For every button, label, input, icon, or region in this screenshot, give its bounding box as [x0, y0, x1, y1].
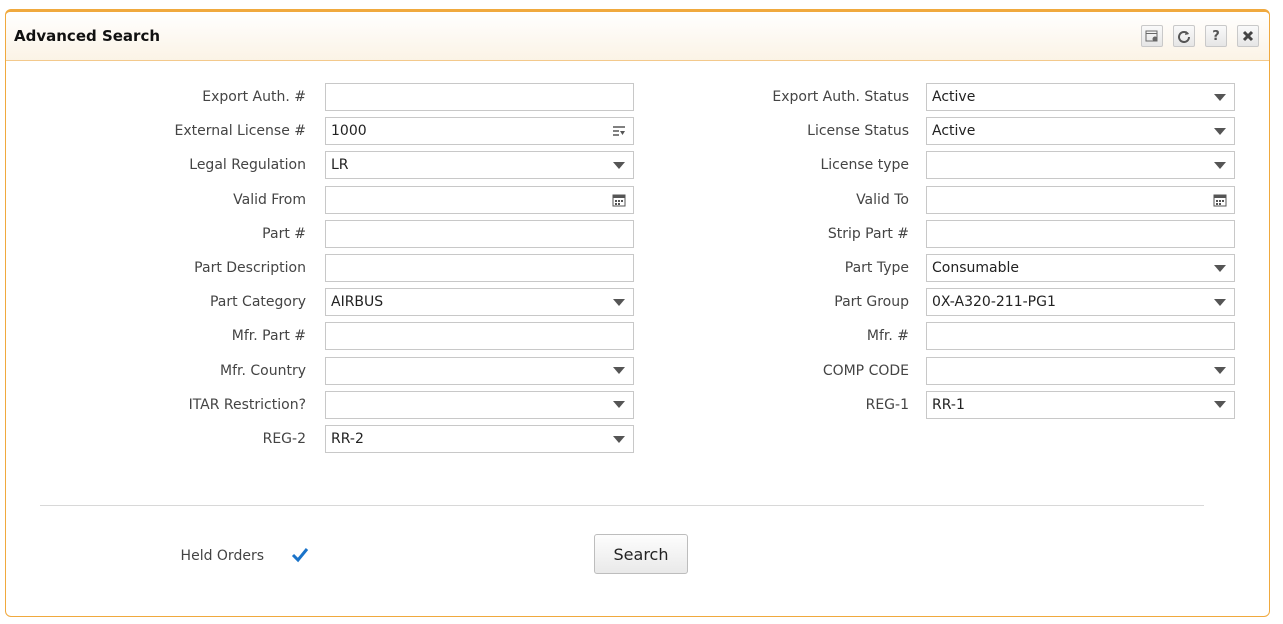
external-license-input[interactable]: 1000 [325, 117, 634, 146]
part-category-value: AIRBUS [331, 294, 384, 311]
part-category-select[interactable]: AIRBUS [325, 288, 634, 317]
legal-regulation-label: Legal Regulation [189, 157, 306, 174]
strip-part-label: Strip Part # [827, 225, 909, 242]
comp-code-select[interactable] [926, 356, 1235, 385]
dialog-titlebar: Advanced Search ? [6, 12, 1269, 61]
chevron-down-icon[interactable] [1206, 289, 1234, 315]
part-group-label: Part Group [834, 294, 909, 311]
strip-part-input[interactable] [926, 219, 1235, 248]
advanced-search-dialog: Advanced Search ? Export Auth. # External… [5, 9, 1270, 617]
valid-to-label: Valid To [856, 191, 909, 208]
mfr-label: Mfr. # [866, 328, 909, 345]
reg-1-label: REG-1 [865, 396, 909, 413]
held-orders-checkbox[interactable] [290, 545, 310, 565]
search-button[interactable]: Search [594, 534, 688, 574]
part-description-label: Part Description [194, 260, 306, 276]
chevron-down-icon[interactable] [1206, 358, 1234, 384]
reg-1-value: RR-1 [932, 396, 965, 413]
mfr-input[interactable] [926, 322, 1235, 351]
comp-code-label: COMP CODE [822, 362, 909, 379]
settings-icon[interactable] [1141, 25, 1163, 47]
part-group-select[interactable]: 0X-A320-211-PG1 [926, 288, 1235, 317]
help-glyph: ? [1212, 28, 1220, 44]
chevron-down-icon[interactable] [605, 426, 633, 452]
reg-2-value: RR-2 [331, 431, 364, 447]
chevron-down-icon[interactable] [605, 152, 633, 178]
valid-to-input[interactable] [926, 185, 1235, 214]
chevron-down-icon[interactable] [1206, 152, 1234, 178]
license-status-select[interactable]: Active [926, 117, 1235, 146]
legal-regulation-select[interactable]: LR [325, 151, 634, 180]
part-category-label: Part Category [209, 294, 306, 311]
external-license-value: 1000 [331, 123, 367, 140]
dialog-title: Advanced Search [14, 27, 161, 45]
export-auth-status-select[interactable]: Active [926, 83, 1235, 111]
held-orders-label: Held Orders [180, 548, 264, 564]
license-status-label: License Status [807, 123, 909, 140]
part-label: Part # [262, 225, 306, 242]
title-toolbar: ? [1141, 25, 1259, 47]
part-type-select[interactable]: Consumable [926, 254, 1235, 282]
itar-restriction-select[interactable] [325, 390, 634, 419]
export-auth-input[interactable] [325, 83, 634, 111]
license-status-value: Active [932, 123, 976, 140]
close-icon[interactable] [1237, 25, 1259, 47]
export-auth-status-label: Export Auth. Status [772, 89, 909, 105]
chevron-down-icon[interactable] [1206, 392, 1234, 418]
mfr-part-label: Mfr. Part # [231, 328, 306, 345]
part-input[interactable] [325, 219, 634, 248]
help-icon[interactable]: ? [1205, 25, 1227, 47]
license-type-select[interactable] [926, 151, 1235, 180]
valid-from-input[interactable] [325, 185, 634, 214]
refresh-icon[interactable] [1173, 25, 1195, 47]
form-divider [40, 505, 1204, 506]
part-description-input[interactable] [325, 254, 634, 282]
export-auth-status-value: Active [932, 89, 976, 105]
chevron-down-icon[interactable] [1206, 118, 1234, 144]
calendar-icon[interactable] [605, 187, 633, 213]
external-license-label: External License # [174, 123, 307, 140]
part-type-label: Part Type [844, 260, 909, 276]
chevron-down-icon[interactable] [605, 358, 633, 384]
reg-2-label: REG-2 [262, 431, 306, 447]
calendar-icon[interactable] [1206, 187, 1234, 213]
mfr-country-label: Mfr. Country [220, 362, 306, 379]
reg-2-select[interactable]: RR-2 [325, 425, 634, 453]
legal-regulation-value: LR [331, 157, 349, 174]
mfr-country-select[interactable] [325, 356, 634, 385]
valid-from-label: Valid From [233, 191, 306, 208]
itar-restriction-label: ITAR Restriction? [188, 396, 306, 413]
mfr-part-input[interactable] [325, 322, 634, 351]
chevron-down-icon[interactable] [605, 289, 633, 315]
part-group-value: 0X-A320-211-PG1 [932, 294, 1056, 311]
chevron-down-icon[interactable] [605, 392, 633, 418]
chevron-down-icon[interactable] [1206, 255, 1234, 281]
chevron-down-icon[interactable] [1206, 84, 1234, 110]
part-type-value: Consumable [932, 260, 1019, 276]
reg-1-select[interactable]: RR-1 [926, 390, 1235, 419]
list-picker-icon[interactable] [605, 118, 633, 144]
license-type-label: License type [820, 157, 909, 174]
export-auth-label: Export Auth. # [202, 89, 306, 105]
